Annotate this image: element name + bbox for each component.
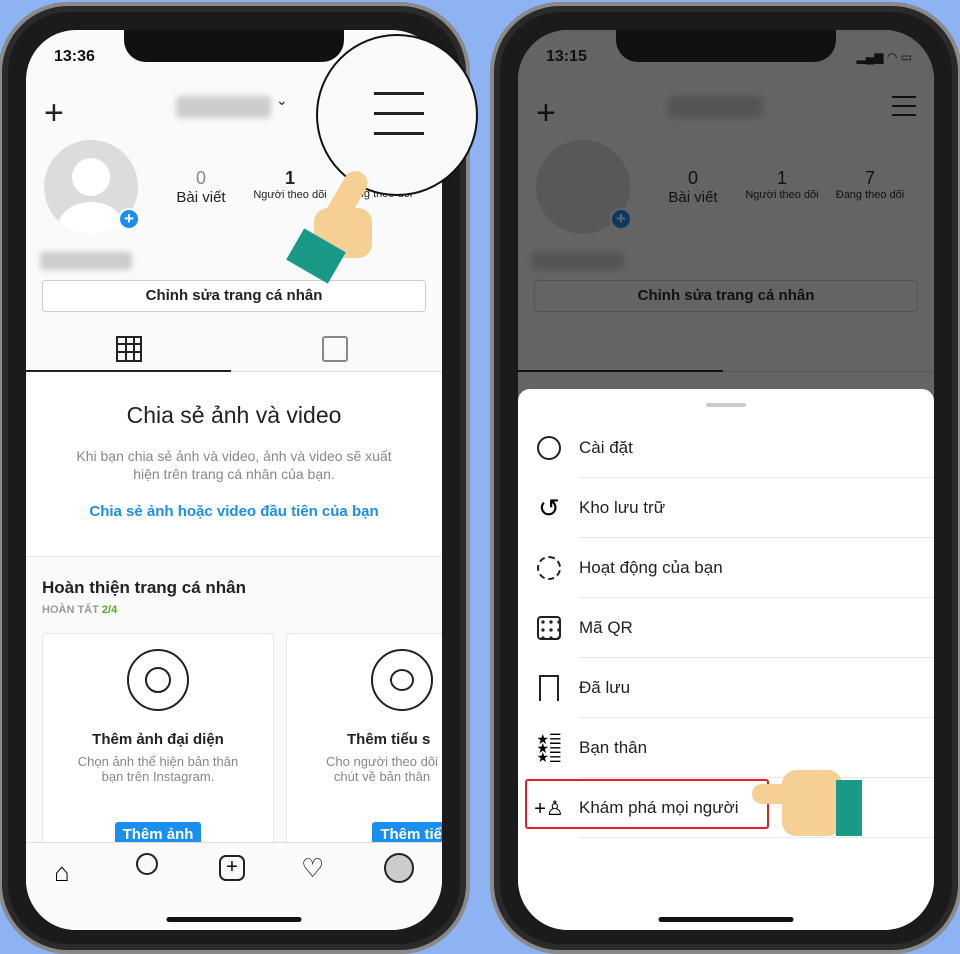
speech-bubble-icon: [371, 649, 433, 711]
add-avatar-icon[interactable]: +: [118, 208, 140, 230]
stat-following[interactable]: 7 Đang theo dõi: [826, 168, 914, 201]
menu-item-saved[interactable]: Đã lưu: [518, 658, 934, 718]
menu-item-archive[interactable]: ↺ Kho lưu trữ: [518, 478, 934, 538]
share-first-link[interactable]: Chia sẻ ảnh hoặc video đầu tiên của bạn: [26, 503, 442, 520]
stat-posts: 0 Bài viết: [668, 168, 718, 206]
notch: [616, 30, 836, 62]
username[interactable]: [668, 96, 763, 118]
stat-posts: 0 Bài viết: [176, 168, 226, 206]
tagged-icon[interactable]: [322, 336, 348, 362]
card-title: Thêm tiểu s: [347, 731, 431, 748]
active-tab-indicator: [518, 370, 723, 372]
menu-label: Kho lưu trữ: [579, 478, 934, 538]
right-screen: 13:15 ▂▄▆ ◠ ▭ + + 0 Bài viết 1 Người theo …: [518, 30, 934, 930]
card-add-photo: Thêm ảnh đại diện Chọn ảnh thể hiện bản …: [42, 633, 274, 873]
complete-status-label: HOÀN TẤT: [42, 604, 99, 616]
plus-icon[interactable]: +: [536, 94, 556, 133]
menu-sheet: Cài đặt ↺ Kho lưu trữ Hoạt động của bạn M…: [518, 389, 934, 930]
menu-item-settings[interactable]: Cài đặt: [518, 418, 934, 478]
menu-label: Cài đặt: [579, 418, 934, 478]
notch: [124, 30, 344, 62]
menu-label: Hoạt động của bạn: [579, 538, 934, 598]
complete-status: HOÀN TẤT 2/4: [42, 604, 117, 616]
add-avatar-icon[interactable]: +: [610, 208, 632, 230]
menu-item-activity[interactable]: Hoạt động của bạn: [518, 538, 934, 598]
stat-followers[interactable]: 1 Người theo dõi: [740, 168, 824, 201]
profile-tabs: [26, 326, 442, 372]
heart-icon[interactable]: ♡: [301, 853, 324, 884]
qr-code-icon: [534, 613, 564, 643]
username[interactable]: [176, 96, 271, 118]
profile-tabs: [518, 326, 934, 372]
close-friends-list-icon: ★☰ ★☰ ★☰: [536, 730, 562, 765]
display-name: [532, 252, 624, 270]
pointing-hand-icon: [752, 752, 862, 844]
search-icon[interactable]: [136, 853, 158, 875]
profile-photo-icon: [127, 649, 189, 711]
complete-progress: 2/4: [101, 604, 118, 616]
share-body: Khi bạn chia sẻ ảnh và video, ảnh và vid…: [76, 448, 392, 482]
right-phone: 13:15 ▂▄▆ ◠ ▭ + + 0 Bài viết 1 Người theo …: [490, 2, 960, 954]
pointing-hand-icon: [286, 166, 382, 284]
home-indicator: [166, 917, 302, 922]
plus-icon[interactable]: +: [44, 94, 64, 133]
menu-label: Mã QR: [579, 598, 934, 658]
status-time: 13:15: [546, 48, 587, 65]
complete-title: Hoàn thiện trang cá nhân: [42, 578, 247, 597]
edit-profile-button[interactable]: Chỉnh sửa trang cá nhân: [534, 280, 918, 312]
menu-item-qr[interactable]: Mã QR: [518, 598, 934, 658]
card-body: Cho người theo dõi chút về bản thân: [326, 754, 438, 784]
settings-gear-icon: [534, 433, 564, 463]
chevron-down-icon[interactable]: ⌄: [276, 92, 288, 109]
archive-history-icon: ↺: [538, 492, 560, 523]
sheet-grabber[interactable]: [706, 403, 746, 407]
card-title: Thêm ảnh đại diện: [92, 731, 224, 748]
home-icon[interactable]: ⌂: [54, 857, 70, 888]
highlight-box: [525, 779, 769, 829]
grid-icon[interactable]: [116, 336, 142, 362]
hamburger-menu-icon[interactable]: [374, 92, 424, 136]
home-indicator: [658, 917, 794, 922]
status-time: 13:36: [54, 48, 95, 65]
activity-clock-icon: [534, 553, 564, 583]
menu-item-close-friends[interactable]: ★☰ ★☰ ★☰ Bạn thân: [518, 718, 934, 778]
share-section: Chia sẻ ảnh và video Khi bạn chia sẻ ảnh…: [26, 372, 442, 557]
new-post-icon[interactable]: +: [219, 855, 245, 881]
hamburger-menu-icon[interactable]: [892, 96, 916, 116]
display-name: [40, 252, 132, 270]
profile-tab-icon[interactable]: [384, 853, 414, 883]
share-title: Chia sẻ ảnh và video: [126, 402, 342, 428]
card-body: Chọn ảnh thể hiện bản thân bạn trên Inst…: [77, 754, 239, 784]
edit-profile-button[interactable]: Chỉnh sửa trang cá nhân: [42, 280, 426, 312]
bookmark-icon: [534, 673, 564, 703]
card-add-bio: Thêm tiểu s Cho người theo dõi chút về b…: [286, 633, 442, 873]
battery-signal-icons: ▂▄▆ ◠ ▭: [856, 50, 912, 64]
menu-label: Đã lưu: [579, 658, 934, 718]
